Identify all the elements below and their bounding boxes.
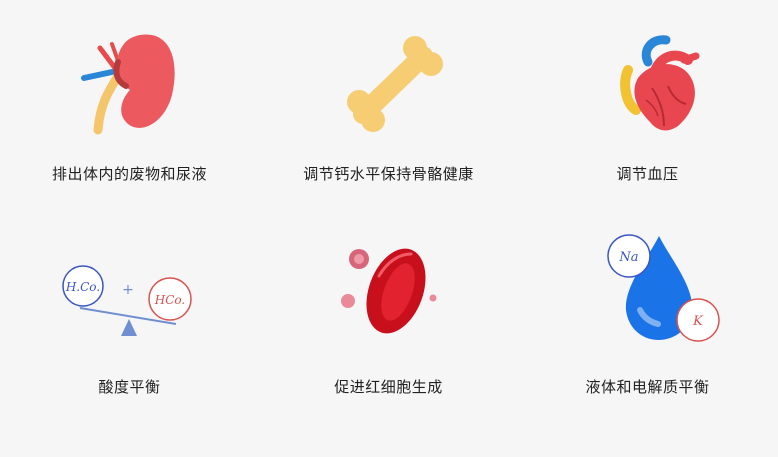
badge-na: Na	[618, 250, 638, 265]
kidney-icon	[81, 34, 175, 135]
feature-label: 调节钙水平保持骨骼健康	[303, 165, 474, 183]
red-blood-cell-icon	[341, 248, 437, 334]
badge-k: K	[692, 314, 704, 329]
feature-label: 调节血压	[616, 165, 679, 183]
feature-card-blood-pressure: 调节血压	[518, 0, 777, 228]
feature-card-red-cells: 促进红细胞生成	[259, 228, 518, 456]
plus-sign: +	[122, 282, 134, 298]
feature-card-fluid-balance: Na K 液体和电解质平衡	[518, 228, 777, 456]
feature-label: 酸度平衡	[98, 378, 161, 396]
acid-balance-icon: + H.Co. HCo.	[62, 265, 192, 336]
feature-label: 液体和电解质平衡	[585, 378, 710, 396]
bone-icon	[347, 36, 443, 132]
feature-card-acid-balance: + H.Co. HCo. 酸度平衡	[0, 228, 259, 456]
feature-card-waste: 排出体内的废物和尿液	[0, 0, 259, 228]
badge-hco-right: HCo.	[154, 293, 185, 307]
feature-label: 促进红细胞生成	[334, 378, 443, 396]
feature-card-bone: 调节钙水平保持骨骼健康	[259, 0, 518, 228]
electrolyte-drop-icon: Na K	[607, 234, 720, 342]
heart-icon	[620, 35, 700, 131]
feature-label: 排出体内的废物和尿液	[51, 165, 207, 183]
badge-hco-left: H.Co.	[65, 280, 100, 294]
